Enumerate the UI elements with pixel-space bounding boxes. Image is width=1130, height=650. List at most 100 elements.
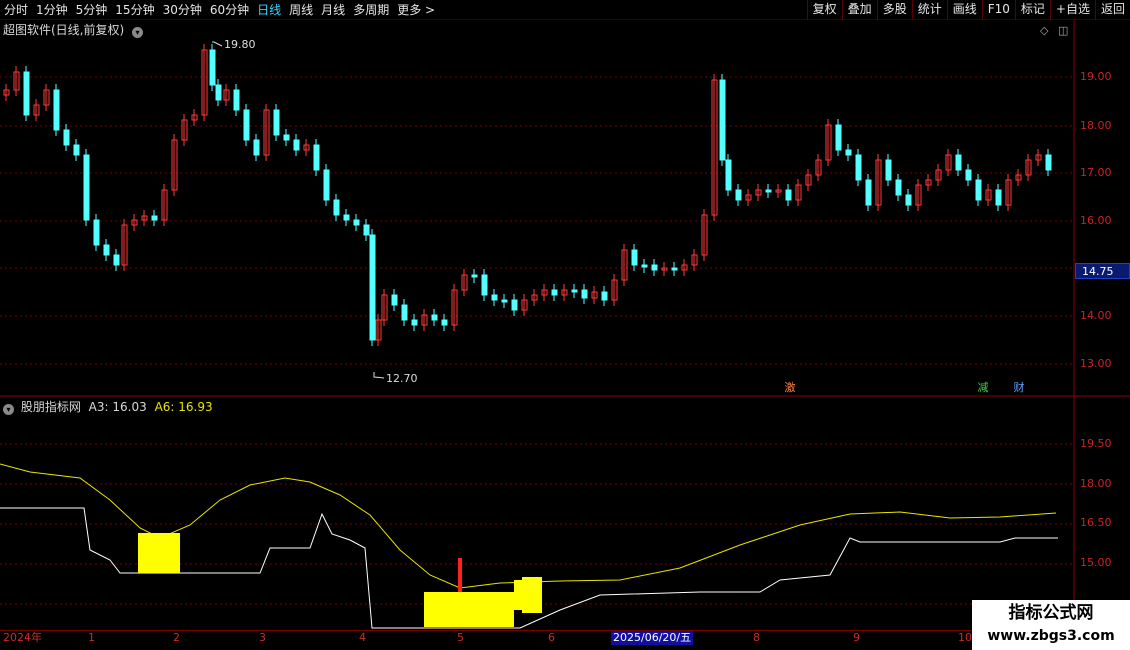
x-label: 10 bbox=[958, 631, 972, 644]
candle-body bbox=[1045, 154, 1052, 171]
candle-body bbox=[243, 109, 250, 141]
candle-body bbox=[719, 79, 726, 161]
tab-1min[interactable]: 1分钟 bbox=[32, 0, 72, 20]
candle-body bbox=[283, 134, 290, 141]
overlay-button[interactable]: 叠加 bbox=[841, 0, 877, 20]
tab-5min[interactable]: 5分钟 bbox=[72, 0, 112, 20]
tab-fenshi[interactable]: 分时 bbox=[0, 0, 32, 20]
main-grid bbox=[0, 76, 1074, 365]
indicator-name: 股朋指标网 bbox=[20, 400, 81, 414]
event-tag-cai[interactable]: 财 bbox=[1012, 381, 1026, 395]
y-tick: 18.00 bbox=[1080, 119, 1112, 132]
candle-body bbox=[151, 215, 158, 221]
x-label: 9 bbox=[853, 631, 860, 644]
main-panel-title: 超图软件(日线,前复权) ▾ bbox=[3, 21, 146, 38]
candle-body bbox=[63, 129, 70, 146]
candle-body bbox=[401, 304, 408, 321]
candle-body bbox=[73, 144, 80, 156]
tab-weekly[interactable]: 周线 bbox=[285, 0, 317, 20]
candle-body bbox=[363, 224, 370, 236]
candle-body bbox=[353, 219, 360, 226]
candle-body bbox=[641, 264, 648, 268]
candle-body bbox=[501, 299, 508, 303]
ind-y-tick: 16.50 bbox=[1080, 516, 1112, 529]
signal-block bbox=[424, 592, 514, 627]
tab-15min[interactable]: 15分钟 bbox=[111, 0, 158, 20]
candle-body bbox=[83, 154, 90, 221]
signal-block bbox=[522, 577, 542, 613]
draw-line-button[interactable]: 画线 bbox=[946, 0, 982, 20]
candle-body bbox=[391, 294, 398, 306]
high-price-label: 19.80 bbox=[224, 38, 256, 51]
back-button[interactable]: 返回 bbox=[1094, 0, 1130, 20]
candle-body bbox=[209, 49, 216, 86]
candle-body bbox=[725, 159, 732, 191]
x-label: 2024年 bbox=[3, 631, 42, 644]
candle-body bbox=[431, 314, 438, 321]
candle-body bbox=[441, 319, 448, 326]
x-label: 3 bbox=[259, 631, 266, 644]
x-label: 5 bbox=[457, 631, 464, 644]
tab-daily[interactable]: 日线 bbox=[253, 0, 285, 20]
candle-body bbox=[323, 169, 330, 201]
window-toggle-icon[interactable]: ◫ bbox=[1058, 24, 1068, 37]
candle-body bbox=[975, 179, 982, 201]
chart-canvas[interactable] bbox=[0, 20, 1130, 630]
candle-body bbox=[671, 267, 678, 271]
candle-body bbox=[511, 299, 518, 311]
tab-more[interactable]: 更多 > bbox=[393, 0, 439, 20]
tab-60min[interactable]: 60分钟 bbox=[206, 0, 253, 20]
candle-body bbox=[369, 234, 376, 341]
add-watchlist-button[interactable]: +自选 bbox=[1049, 0, 1095, 20]
candle-body bbox=[471, 274, 478, 278]
candle-body bbox=[53, 89, 60, 131]
candle-body bbox=[253, 139, 260, 156]
cursor-date-label: 2025/06/20/五 bbox=[611, 631, 694, 645]
signal-block bbox=[138, 533, 180, 573]
candle-body bbox=[885, 159, 892, 181]
chevron-down-icon[interactable]: ▾ bbox=[3, 404, 14, 415]
ind-y-tick: 15.00 bbox=[1080, 556, 1112, 569]
diamond-icon[interactable]: ◇ bbox=[1040, 24, 1048, 37]
tab-30min[interactable]: 30分钟 bbox=[159, 0, 206, 20]
stats-button[interactable]: 统计 bbox=[911, 0, 947, 20]
candle-body bbox=[491, 294, 498, 301]
mark-button[interactable]: 标记 bbox=[1014, 0, 1050, 20]
watermark-url: www.zbgs3.com bbox=[987, 628, 1115, 644]
signal-bar bbox=[458, 558, 462, 592]
candle-body bbox=[735, 189, 742, 201]
tab-monthly[interactable]: 月线 bbox=[317, 0, 349, 20]
candlestick-series bbox=[3, 41, 1052, 379]
candle-body bbox=[233, 89, 240, 111]
toolbar-buttons: 复权 叠加 多股 统计 画线 F10 标记 +自选 返回 bbox=[806, 0, 1130, 20]
y-tick: 19.00 bbox=[1080, 70, 1112, 83]
candle-body bbox=[631, 249, 638, 266]
candle-body bbox=[845, 149, 852, 156]
event-tag-ji[interactable]: 激 bbox=[783, 381, 797, 395]
toolbar: 分时 1分钟 5分钟 15分钟 30分钟 60分钟 日线 周线 月线 多周期 更… bbox=[0, 0, 1130, 20]
panel-icons: ◇ ◫ bbox=[1040, 24, 1068, 37]
candle-body bbox=[965, 169, 972, 181]
chevron-down-icon[interactable]: ▾ bbox=[132, 27, 144, 38]
high-marker bbox=[212, 41, 223, 47]
candle-body bbox=[343, 214, 350, 221]
ind-y-tick: 19.50 bbox=[1080, 437, 1112, 450]
candle-body bbox=[895, 179, 902, 196]
low-marker bbox=[373, 372, 385, 379]
x-label: 1 bbox=[88, 631, 95, 644]
event-tag-jian[interactable]: 减 bbox=[976, 381, 990, 395]
candle-body bbox=[855, 154, 862, 181]
a6-value: A6: 16.93 bbox=[154, 400, 213, 414]
tab-multi-period[interactable]: 多周期 bbox=[349, 0, 393, 20]
watermark-title: 指标公式网 bbox=[1008, 603, 1094, 623]
candle-body bbox=[103, 244, 110, 256]
candle-body bbox=[93, 219, 100, 246]
multi-stock-button[interactable]: 多股 bbox=[876, 0, 912, 20]
candle-body bbox=[293, 139, 300, 151]
x-label: 6 bbox=[548, 631, 555, 644]
candle-body bbox=[411, 319, 418, 326]
watermark: 指标公式网 www.zbgs3.com bbox=[972, 600, 1130, 650]
fuquan-button[interactable]: 复权 bbox=[806, 0, 842, 20]
f10-button[interactable]: F10 bbox=[981, 0, 1015, 20]
candle-body bbox=[651, 264, 658, 271]
